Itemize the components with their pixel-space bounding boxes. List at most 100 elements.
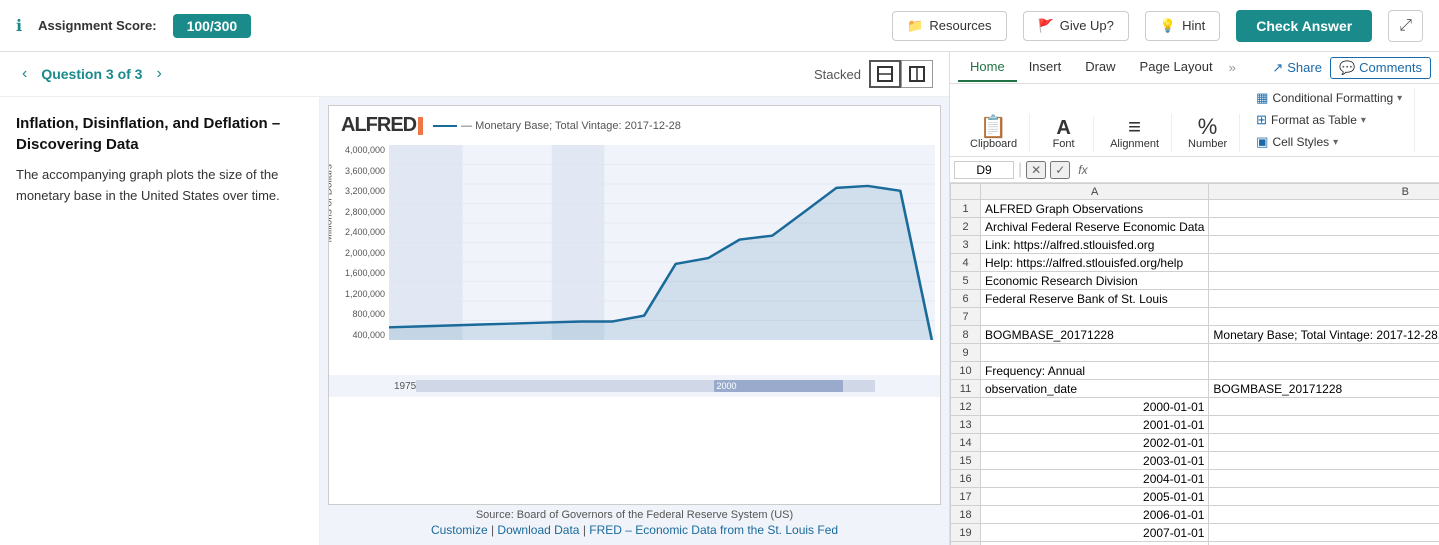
- row-header[interactable]: 3: [951, 236, 981, 254]
- row-header[interactable]: 15: [951, 452, 981, 470]
- comments-button[interactable]: 💬 Comments: [1330, 57, 1431, 79]
- cell-b17[interactable]: 782624: [1209, 488, 1439, 506]
- cell-a9[interactable]: [981, 344, 1209, 362]
- cell-a5[interactable]: Economic Research Division: [981, 272, 1209, 290]
- row-header[interactable]: 17: [951, 488, 981, 506]
- download-link[interactable]: Download Data: [497, 523, 579, 537]
- spreadsheet[interactable]: A B C D 1ALFRED Graph Observations2Archi…: [950, 183, 1439, 545]
- cell-b3[interactable]: [1209, 236, 1439, 254]
- cell-a12[interactable]: 2000-01-01: [981, 398, 1209, 416]
- row-header[interactable]: 19: [951, 524, 981, 542]
- cell-a20[interactable]: 2008-01-01: [981, 542, 1209, 545]
- fred-link[interactable]: FRED – Economic Data from the St. Louis …: [589, 523, 838, 537]
- cell-a7[interactable]: [981, 308, 1209, 326]
- row-header[interactable]: 9: [951, 344, 981, 362]
- cell-a11[interactable]: observation_date: [981, 380, 1209, 398]
- font-button[interactable]: A Font: [1049, 116, 1079, 152]
- cell-a18[interactable]: 2006-01-01: [981, 506, 1209, 524]
- row-header[interactable]: 16: [951, 470, 981, 488]
- row-header[interactable]: 12: [951, 398, 981, 416]
- more-tabs[interactable]: »: [1225, 60, 1240, 75]
- share-button[interactable]: ↗ Share: [1264, 56, 1330, 80]
- cell-a3[interactable]: Link: https://alfred.stlouisfed.org: [981, 236, 1209, 254]
- row-header[interactable]: 14: [951, 434, 981, 452]
- cell-b7[interactable]: [1209, 308, 1439, 326]
- cell-b2[interactable]: [1209, 218, 1439, 236]
- row-header[interactable]: 4: [951, 254, 981, 272]
- tab-draw[interactable]: Draw: [1073, 53, 1127, 82]
- cell-a8[interactable]: BOGMBASE_20171228: [981, 326, 1209, 344]
- cell-b19[interactable]: 827190: [1209, 524, 1439, 542]
- conditional-formatting-button[interactable]: ▦ Conditional Formatting ▾: [1252, 88, 1406, 108]
- confirm-formula-button[interactable]: ✓: [1050, 161, 1070, 179]
- format-as-table-button[interactable]: ⊞ Format as Table ▾: [1252, 110, 1406, 130]
- font-icon: A: [1056, 118, 1070, 138]
- cell-a2[interactable]: Archival Federal Reserve Economic Data: [981, 218, 1209, 236]
- cell-a6[interactable]: Federal Reserve Bank of St. Louis: [981, 290, 1209, 308]
- hint-button[interactable]: 💡 Hint: [1145, 11, 1220, 41]
- clipboard-button[interactable]: 📋 Clipboard: [966, 114, 1021, 152]
- give-up-button[interactable]: 🚩 Give Up?: [1023, 11, 1129, 41]
- formula-input[interactable]: [1096, 163, 1435, 177]
- cell-a4[interactable]: Help: https://alfred.stlouisfed.org/help: [981, 254, 1209, 272]
- cell-b1[interactable]: [1209, 200, 1439, 218]
- cell-b6[interactable]: [1209, 290, 1439, 308]
- row-header[interactable]: 11: [951, 380, 981, 398]
- split-view-button[interactable]: [901, 60, 933, 88]
- cancel-formula-button[interactable]: ✕: [1026, 161, 1046, 179]
- row-header[interactable]: 5: [951, 272, 981, 290]
- tab-home[interactable]: Home: [958, 53, 1017, 82]
- cell-b4[interactable]: [1209, 254, 1439, 272]
- cell-a13[interactable]: 2001-01-01: [981, 416, 1209, 434]
- cell-styles-button[interactable]: ▣ Cell Styles ▾: [1252, 132, 1406, 152]
- cell-a10[interactable]: Frequency: Annual: [981, 362, 1209, 380]
- next-question-button[interactable]: ›: [150, 63, 167, 85]
- col-header-a[interactable]: A: [981, 184, 1209, 200]
- cell-b13[interactable]: 618451: [1209, 416, 1439, 434]
- row-header[interactable]: 13: [951, 416, 981, 434]
- cell-b9[interactable]: [1209, 344, 1439, 362]
- cell-a16[interactable]: 2004-01-01: [981, 470, 1209, 488]
- customize-link[interactable]: Customize: [431, 523, 488, 537]
- cell-a14[interactable]: 2002-01-01: [981, 434, 1209, 452]
- cell-b20[interactable]: 987300: [1209, 542, 1439, 545]
- row-header[interactable]: 10: [951, 362, 981, 380]
- alignment-label: Alignment: [1110, 138, 1159, 150]
- cell-b5[interactable]: [1209, 272, 1439, 290]
- chart-container: ALFRED — Monetary Base; Total Vintage: 2…: [328, 105, 941, 505]
- cell-b11[interactable]: BOGMBASE_20171228: [1209, 380, 1439, 398]
- cell-b16[interactable]: 752735: [1209, 470, 1439, 488]
- cell-b14[interactable]: 673530: [1209, 434, 1439, 452]
- row-header[interactable]: 2: [951, 218, 981, 236]
- cell-b10[interactable]: [1209, 362, 1439, 380]
- tab-insert[interactable]: Insert: [1017, 53, 1074, 82]
- chart-legend-label: — Monetary Base; Total Vintage: 2017-12-…: [461, 120, 681, 132]
- row-header[interactable]: 18: [951, 506, 981, 524]
- cell-a1[interactable]: ALFRED Graph Observations: [981, 200, 1209, 218]
- row-header[interactable]: 7: [951, 308, 981, 326]
- check-answer-button[interactable]: Check Answer: [1236, 10, 1372, 42]
- cell-a19[interactable]: 2007-01-01: [981, 524, 1209, 542]
- row-header[interactable]: 6: [951, 290, 981, 308]
- cell-b8[interactable]: Monetary Base; Total Vintage: 2017-12-28…: [1209, 326, 1439, 344]
- cell-a17[interactable]: 2005-01-01: [981, 488, 1209, 506]
- y-tick-5: 2,400,000: [345, 227, 385, 237]
- cell-a15[interactable]: 2003-01-01: [981, 452, 1209, 470]
- prev-question-button[interactable]: ‹: [16, 63, 33, 85]
- stacked-view-button[interactable]: [869, 60, 901, 88]
- stacked-icon: [876, 65, 894, 83]
- timeline-selection[interactable]: 2000: [714, 380, 842, 392]
- cell-b12[interactable]: 585278: [1209, 398, 1439, 416]
- row-header[interactable]: 8: [951, 326, 981, 344]
- cell-reference-input[interactable]: D9: [954, 161, 1014, 179]
- number-button[interactable]: % Number: [1184, 114, 1231, 152]
- col-header-b[interactable]: B: [1209, 184, 1439, 200]
- cell-b18[interactable]: 811522: [1209, 506, 1439, 524]
- alignment-button[interactable]: ≡ Alignment: [1106, 114, 1163, 152]
- cell-b15[interactable]: 716511: [1209, 452, 1439, 470]
- expand-button[interactable]: ⤢: [1388, 10, 1423, 42]
- tab-page-layout[interactable]: Page Layout: [1128, 53, 1225, 82]
- row-header[interactable]: 1: [951, 200, 981, 218]
- resources-button[interactable]: 📁 Resources: [892, 11, 1006, 41]
- row-header[interactable]: 20: [951, 542, 981, 545]
